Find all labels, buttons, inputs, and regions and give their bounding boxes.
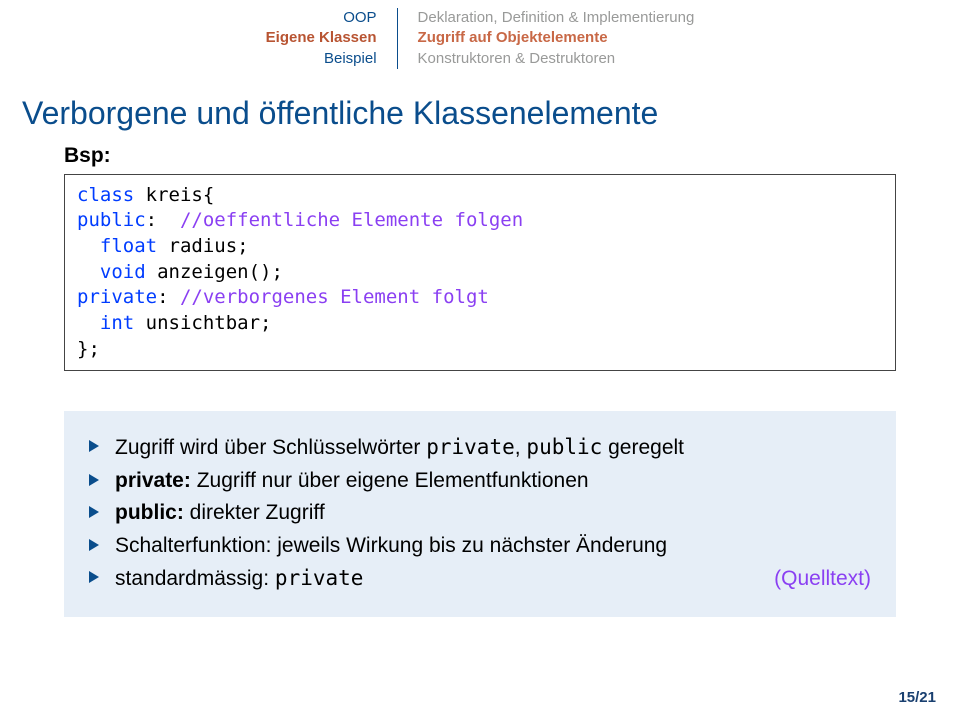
list-item: standardmässig: private (Quelltext) — [89, 563, 871, 594]
code-inline: public — [526, 435, 602, 459]
bullet-icon — [89, 440, 99, 452]
nav-left-item[interactable]: Beispiel — [266, 49, 377, 69]
bullet-icon — [89, 539, 99, 551]
code-text: : — [157, 286, 180, 308]
info-block: Zugriff wird über Schlüsselwörter privat… — [64, 411, 896, 617]
code-inline: private — [275, 566, 364, 590]
example-label: Bsp: — [64, 144, 896, 168]
code-example: class kreis{ public: //oeffentliche Elem… — [64, 174, 896, 371]
code-text: }; — [77, 338, 100, 360]
bullet-text: Zugriff wird über Schlüsselwörter — [115, 436, 426, 459]
code-text — [77, 261, 100, 283]
slide-title: Verborgene und öffentliche Klassenelemen… — [22, 95, 960, 132]
page-number: 15/21 — [898, 689, 936, 706]
bullet-text: Schalterfunktion: jeweils Wirkung bis zu… — [115, 534, 667, 557]
code-text: : — [146, 209, 180, 231]
code-text: anzeigen(); — [146, 261, 283, 283]
list-item: Zugriff wird über Schlüsselwörter privat… — [89, 432, 871, 463]
bullet-bold: private: — [115, 469, 191, 492]
code-text: unsichtbar; — [134, 312, 271, 334]
slide-content: Bsp: class kreis{ public: //oeffentliche… — [0, 144, 960, 618]
source-link[interactable]: (Quelltext) — [774, 564, 871, 594]
bullet-icon — [89, 506, 99, 518]
nav-left-item-active[interactable]: Eigene Klassen — [266, 28, 377, 48]
code-keyword: float — [100, 235, 157, 257]
list-item: Schalterfunktion: jeweils Wirkung bis zu… — [89, 531, 871, 561]
nav-right-item[interactable]: Deklaration, Definition & Implementierun… — [418, 8, 695, 28]
nav-left-item[interactable]: OOP — [266, 8, 377, 28]
nav-divider — [397, 8, 398, 69]
nav-right-column: Deklaration, Definition & Implementierun… — [418, 8, 695, 69]
bullet-bold: public: — [115, 501, 184, 524]
bullet-icon — [89, 571, 99, 583]
code-inline: private — [426, 435, 515, 459]
nav-right-item[interactable]: Konstruktoren & Destruktoren — [418, 49, 695, 69]
bullet-text: geregelt — [602, 436, 684, 459]
code-text — [77, 235, 100, 257]
code-keyword: public — [77, 209, 146, 231]
code-keyword: int — [100, 312, 134, 334]
code-keyword: void — [100, 261, 146, 283]
bullet-text: direkter Zugriff — [184, 501, 325, 524]
bullet-text: Zugriff nur über eigene Elementfunktione… — [191, 469, 589, 492]
code-comment: //verborgenes Element folgt — [180, 286, 489, 308]
code-comment: //oeffentliche Elemente folgen — [180, 209, 523, 231]
code-keyword: private — [77, 286, 157, 308]
code-text — [77, 312, 100, 334]
bullet-text: , — [515, 436, 527, 459]
list-item: public: direkter Zugriff — [89, 498, 871, 528]
code-keyword: class — [77, 184, 134, 206]
code-text: radius; — [157, 235, 249, 257]
list-item: private: Zugriff nur über eigene Element… — [89, 466, 871, 496]
top-navigation: OOP Eigene Klassen Beispiel Deklaration,… — [0, 0, 960, 69]
bullet-icon — [89, 474, 99, 486]
code-text: kreis{ — [134, 184, 214, 206]
nav-left-column: OOP Eigene Klassen Beispiel — [266, 8, 377, 69]
bullet-list: Zugriff wird über Schlüsselwörter privat… — [89, 432, 871, 594]
bullet-text: standardmässig: — [115, 567, 275, 590]
nav-right-item-active[interactable]: Zugriff auf Objektelemente — [418, 28, 695, 48]
